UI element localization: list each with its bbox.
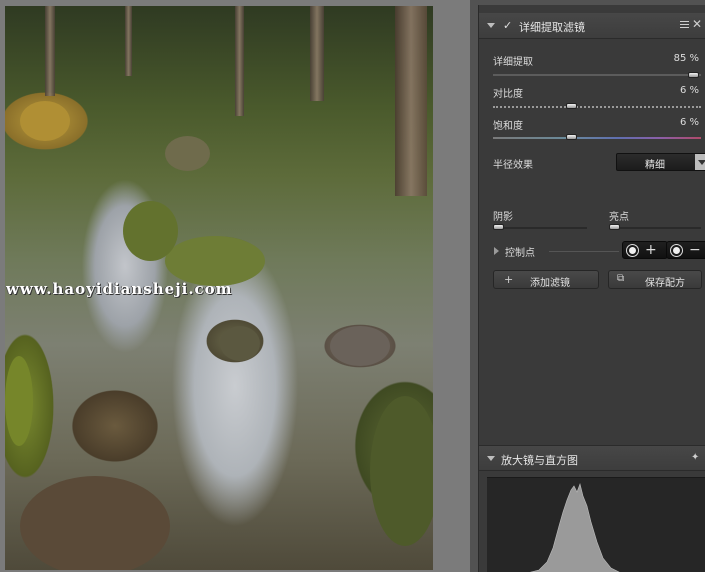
shadows-thumb[interactable]: [493, 224, 504, 230]
chevron-down-icon[interactable]: [487, 456, 495, 461]
save-preset-button[interactable]: ⧉ 保存配方: [608, 270, 702, 289]
mossy-rock: [165, 236, 265, 286]
saturation-track[interactable]: [493, 137, 701, 139]
tree-trunk: [45, 6, 55, 96]
histogram-graph: [529, 482, 620, 572]
contrast-label: 对比度: [493, 89, 523, 100]
filter-title: 详细提取滤镜: [519, 21, 585, 34]
tree-trunk: [235, 6, 244, 116]
compare-icon: ⧉: [617, 273, 625, 284]
image-canvas[interactable]: www.haoyidiansheji.com: [0, 0, 470, 572]
detail-extraction-label: 详细提取: [493, 57, 533, 68]
close-icon[interactable]: ✕: [692, 17, 702, 31]
chevron-right-icon[interactable]: [494, 247, 499, 255]
highlights-track[interactable]: [609, 227, 701, 229]
rock: [330, 326, 390, 366]
radius-effect-select[interactable]: 精细: [616, 153, 705, 171]
filter-section-header[interactable]: ✓ 详细提取滤镜 ✕: [479, 13, 705, 39]
contrast-thumb[interactable]: [566, 103, 577, 109]
save-preset-label: 保存配方: [645, 278, 685, 289]
mossy-rock: [123, 201, 178, 261]
control-point-icon: [671, 245, 682, 256]
chevron-down-icon[interactable]: [695, 154, 705, 170]
plus-icon: +: [645, 242, 657, 258]
tree-trunk: [395, 6, 427, 196]
plus-icon: +: [504, 273, 514, 286]
tree-trunk: [310, 6, 324, 101]
saturation-value: 6 %: [679, 117, 699, 128]
saturation-label: 饱和度: [493, 121, 523, 132]
right-panel: ✓ 详细提取滤镜 ✕ 详细提取 85 % 对比度 6 % 饱和度 6 % 半径效…: [470, 0, 705, 572]
detail-extraction-track[interactable]: [493, 74, 701, 76]
contrast-value: 6 %: [679, 85, 699, 96]
loupe-section-header[interactable]: 放大镜与直方图 ✦: [479, 445, 705, 471]
shadows-label: 阴影: [493, 212, 513, 223]
checkbox-icon[interactable]: ✓: [503, 20, 514, 31]
loupe-title: 放大镜与直方图: [501, 454, 578, 467]
mossy-rock: [220, 326, 260, 361]
control-point-icon: [627, 245, 638, 256]
remove-control-point-button[interactable]: −: [666, 241, 705, 259]
watermark-text: www.haoyidiansheji.com: [6, 280, 233, 298]
contrast-track[interactable]: [493, 106, 701, 108]
add-filter-label: 添加滤镜: [530, 278, 570, 289]
radius-effect-selected: 精细: [645, 160, 665, 171]
detail-extraction-thumb[interactable]: [688, 72, 699, 78]
detail-extraction-value: 85 %: [673, 53, 699, 64]
minus-icon: −: [689, 242, 701, 258]
highlights-thumb[interactable]: [609, 224, 620, 230]
mossy-rock: [370, 396, 433, 546]
saturation-thumb[interactable]: [566, 134, 577, 140]
control-points-label[interactable]: 控制点: [505, 244, 535, 259]
rock: [20, 476, 170, 570]
pin-icon[interactable]: ✦: [691, 452, 699, 463]
mossy-rock: [165, 136, 210, 171]
shadows-track[interactable]: [493, 227, 587, 229]
chevron-down-icon[interactable]: [487, 23, 495, 28]
histogram: [487, 477, 705, 572]
highlights-label: 亮点: [609, 212, 629, 223]
add-filter-button[interactable]: + 添加滤镜: [493, 270, 599, 289]
mossy-rock: [20, 101, 70, 141]
menu-icon[interactable]: [677, 19, 689, 31]
mossy-rock: [5, 356, 33, 446]
divider: [549, 251, 619, 252]
tree-trunk: [125, 6, 132, 76]
radius-effect-label: 半径效果: [493, 160, 533, 171]
add-control-point-button[interactable]: +: [622, 241, 668, 259]
panel-inner: ✓ 详细提取滤镜 ✕ 详细提取 85 % 对比度 6 % 饱和度 6 % 半径效…: [478, 5, 705, 572]
